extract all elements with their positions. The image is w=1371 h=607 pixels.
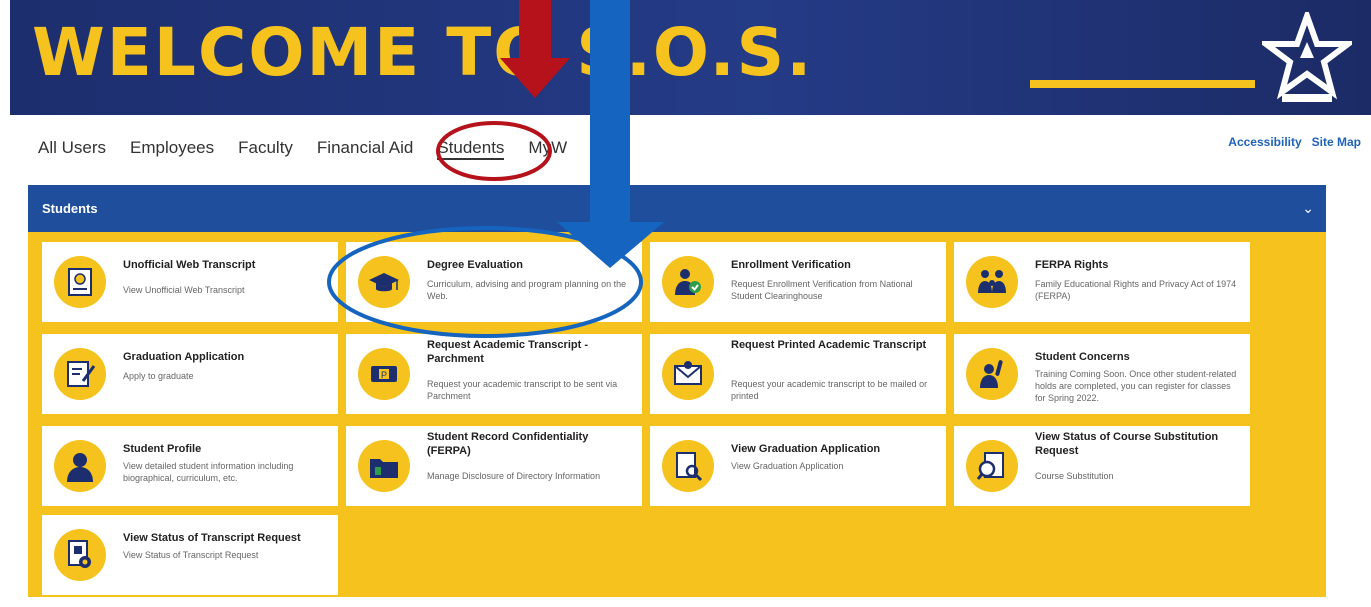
card-student-record-confidentiality[interactable]: Student Record Confidentiality (FERPA) M… (346, 426, 642, 506)
card-transcript-request-status[interactable]: View Status of Transcript Request View S… (42, 515, 338, 595)
students-panel: Students ⌄ Unofficial Web Transcript Vie… (28, 185, 1326, 597)
card-title: Student Profile (123, 443, 202, 455)
card-desc: View Status of Transcript Request (123, 550, 259, 560)
card-title: View Graduation Application (731, 443, 881, 455)
card-desc: View detailed student information includ… (123, 461, 294, 484)
card-desc: Training Coming Soon. Once other student… (1035, 369, 1237, 404)
card-title: Graduation Application (123, 351, 245, 363)
card-view-graduation-application[interactable]: View Graduation Application View Graduat… (650, 426, 946, 506)
card-title: Request Academic Transcript - Parchment (427, 339, 588, 366)
card-desc: View Unofficial Web Transcript (123, 285, 245, 295)
card-request-printed-transcript[interactable]: Request Printed Academic Transcript Requ… (650, 334, 946, 414)
card-desc: Family Educational Rights and Privacy Ac… (1035, 279, 1237, 302)
graduation-cap-icon (358, 256, 410, 308)
card-request-transcript-parchment[interactable]: P Request Academic Transcript - Parchmen… (346, 334, 642, 414)
card-course-substitution-status[interactable]: View Status of Course Substitution Reque… (954, 426, 1250, 506)
welcome-banner: WELCOME TO S.O.S. (10, 0, 1371, 115)
envelope-icon (662, 348, 714, 400)
utility-links: Accessibility Site Map (1228, 135, 1361, 149)
card-enrollment-verification[interactable]: Enrollment Verification Request Enrollme… (650, 242, 946, 322)
nav-students[interactable]: Students (437, 138, 505, 160)
family-icon (966, 256, 1018, 308)
nav-all-users[interactable]: All Users (38, 138, 106, 160)
document-gear-icon (54, 529, 106, 581)
card-title: Student Concerns (1035, 351, 1130, 363)
banner-title: WELCOME TO S.O.S. (32, 14, 814, 91)
verified-user-icon (662, 256, 714, 308)
card-student-profile[interactable]: Student Profile View detailed student in… (42, 426, 338, 506)
nav-financial-aid[interactable]: Financial Aid (317, 138, 413, 160)
card-title: View Status of Course Substitution Reque… (1035, 431, 1219, 458)
card-desc: Request your academic transcript to be m… (731, 379, 928, 402)
form-edit-icon (54, 348, 106, 400)
card-desc: Request your academic transcript to be s… (427, 379, 618, 402)
panel-header[interactable]: Students ⌄ (28, 185, 1326, 232)
card-desc: Manage Disclosure of Directory Informati… (427, 471, 601, 481)
card-unofficial-web-transcript[interactable]: Unofficial Web Transcript View Unofficia… (42, 242, 338, 322)
card-title: Student Record Confidentiality (FERPA) (427, 431, 589, 458)
card-student-concerns[interactable]: Student Concerns Training Coming Soon. O… (954, 334, 1250, 414)
site-map-link[interactable]: Site Map (1312, 135, 1361, 149)
document-magnify-icon (966, 440, 1018, 492)
nav-employees[interactable]: Employees (130, 138, 214, 160)
card-desc: Request Enrollment Verification from Nat… (731, 279, 913, 302)
card-title: Enrollment Verification (731, 259, 851, 271)
panel-title: Students (42, 201, 98, 216)
folder-icon (358, 440, 410, 492)
raised-hand-icon (966, 348, 1018, 400)
banner-underline (1030, 80, 1255, 88)
parchment-icon: P (358, 348, 410, 400)
accessibility-link[interactable]: Accessibility (1228, 135, 1301, 149)
nav-myw[interactable]: MyW (528, 138, 567, 160)
star-logo-icon (1262, 12, 1352, 102)
user-profile-icon (54, 440, 106, 492)
card-desc: View Graduation Application (731, 461, 844, 471)
card-graduation-application[interactable]: Graduation Application Apply to graduate (42, 334, 338, 414)
nav-faculty[interactable]: Faculty (238, 138, 293, 160)
card-title: Degree Evaluation (427, 259, 523, 271)
card-title: FERPA Rights (1035, 259, 1109, 271)
card-title: View Status of Transcript Request (123, 532, 301, 544)
card-degree-evaluation[interactable]: Degree Evaluation Curriculum, advising a… (346, 242, 642, 322)
card-title: Request Printed Academic Transcript (731, 339, 927, 351)
card-desc: Curriculum, advising and program plannin… (427, 279, 627, 302)
card-ferpa-rights[interactable]: FERPA Rights Family Educational Rights a… (954, 242, 1250, 322)
card-title: Unofficial Web Transcript (123, 259, 256, 271)
document-search-icon (662, 440, 714, 492)
certificate-icon (54, 256, 106, 308)
card-desc: Course Substitution (1035, 471, 1114, 481)
card-desc: Apply to graduate (123, 371, 194, 381)
svg-text:P: P (381, 370, 387, 380)
main-nav: All Users Employees Faculty Financial Ai… (38, 138, 591, 160)
chevron-down-icon[interactable]: ⌄ (1302, 200, 1314, 217)
